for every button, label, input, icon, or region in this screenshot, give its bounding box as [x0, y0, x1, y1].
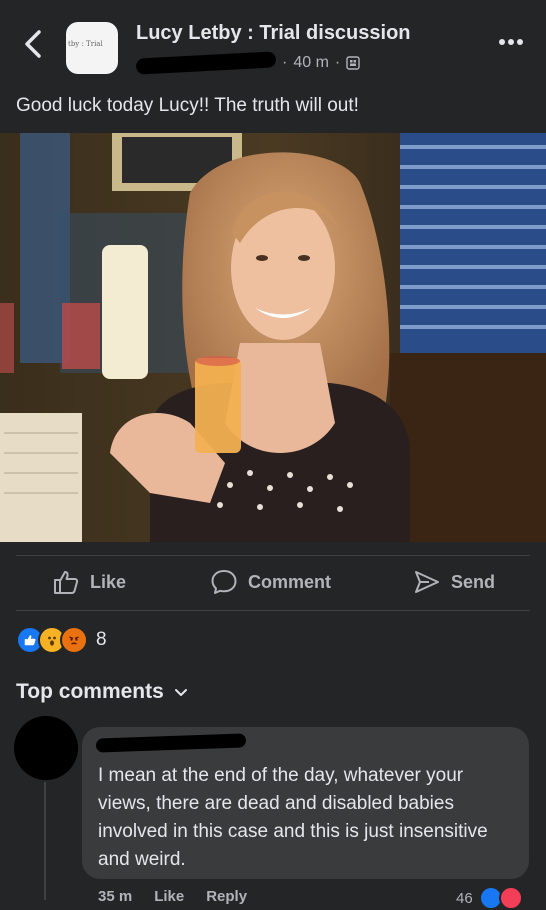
group-avatar[interactable]: tby : Trial — [66, 22, 118, 74]
comment-love-reaction-icon — [498, 886, 523, 910]
group-avatar-text: tby : Trial — [68, 40, 103, 48]
photo-illustration — [0, 133, 546, 542]
comment-button[interactable]: Comment — [210, 562, 331, 602]
post-text: Good luck today Lucy!! The truth will ou… — [16, 95, 359, 116]
comment-text: I mean at the end of the day, whatever y… — [98, 765, 488, 870]
reaction-count: 8 — [96, 629, 107, 650]
comment-label: Comment — [248, 571, 332, 592]
group-privacy-icon — [346, 56, 360, 70]
top-comments-label: Top comments — [16, 680, 164, 703]
comment-reactions[interactable]: 46 — [456, 886, 523, 910]
post-time[interactable]: 40 m — [293, 54, 329, 72]
comment-meta: 35 m Like Reply — [98, 888, 247, 905]
post-meta: · 40 m · — [135, 51, 360, 75]
chevron-down-icon — [174, 689, 187, 696]
send-arrow-icon — [415, 571, 439, 593]
divider-top — [16, 555, 530, 556]
group-name[interactable]: Lucy Letby : Trial discussion — [136, 22, 411, 45]
angry-reaction-icon — [60, 626, 88, 654]
send-button[interactable]: Send — [413, 562, 495, 602]
comment-reply-button[interactable]: Reply — [206, 888, 247, 905]
more-dots-icon — [499, 39, 523, 45]
top-comments-filter[interactable]: Top comments — [16, 680, 188, 704]
like-label: Like — [90, 571, 127, 592]
reactions-summary[interactable]: 8 — [16, 626, 107, 654]
thread-line — [44, 782, 46, 900]
comment-time: 35 m — [98, 888, 133, 905]
divider-bottom — [16, 610, 530, 611]
comment-bubble-icon — [211, 570, 237, 594]
thumbs-up-icon — [54, 571, 79, 594]
back-button[interactable] — [18, 26, 50, 62]
post-photo[interactable] — [0, 133, 546, 542]
more-options-button[interactable] — [496, 32, 526, 52]
comment-reaction-count: 46 — [456, 889, 473, 907]
like-button[interactable]: Like — [52, 562, 126, 602]
commenter-avatar[interactable] — [14, 716, 78, 780]
meta-separator: · — [282, 54, 288, 71]
comment-like-button[interactable]: Like — [154, 888, 184, 905]
meta-separator-2: · — [334, 54, 341, 71]
chevron-left-icon — [25, 30, 41, 58]
redacted-author — [135, 51, 277, 75]
send-label: Send — [451, 571, 496, 592]
